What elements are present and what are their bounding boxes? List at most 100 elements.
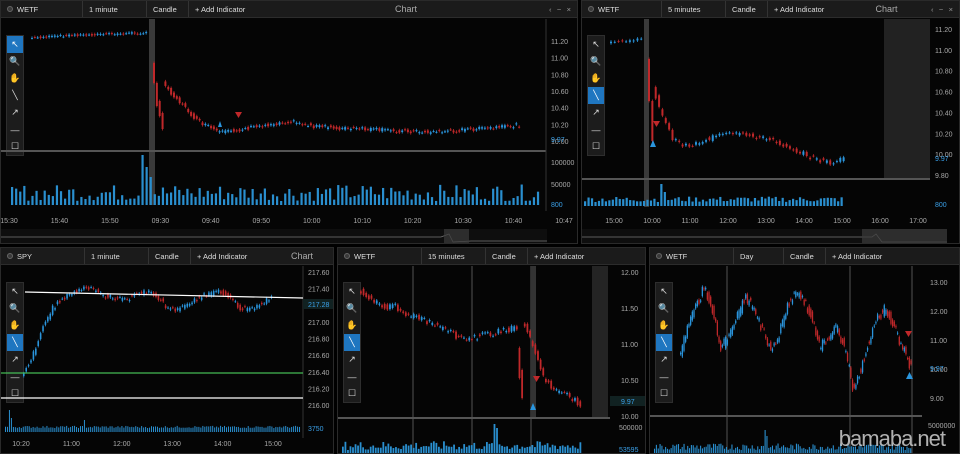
- candle: [232, 298, 234, 300]
- candle: [843, 338, 845, 346]
- volume-bar: [455, 449, 458, 453]
- volume-bar: [749, 448, 751, 453]
- candle: [802, 151, 805, 155]
- volume-bar: [676, 444, 678, 453]
- volume-bar: [470, 445, 473, 453]
- candle: [523, 323, 526, 327]
- candle: [107, 294, 109, 298]
- volume-bar: [382, 442, 385, 453]
- volume-bar: [31, 195, 34, 205]
- candle: [321, 125, 324, 127]
- volume-bar: [23, 185, 26, 205]
- after-hours-shade: [884, 19, 930, 179]
- candle: [139, 33, 142, 35]
- volume-bar: [816, 448, 818, 453]
- candle: [88, 34, 91, 36]
- volume-bar: [559, 446, 562, 453]
- candle: [640, 38, 643, 40]
- candle: [217, 289, 220, 293]
- candle: [121, 298, 124, 301]
- volume-bar: [72, 189, 75, 205]
- candle: [706, 292, 709, 300]
- volume-bar: [569, 447, 572, 453]
- volume-bar: [498, 444, 501, 453]
- candle: [796, 293, 799, 295]
- volume-bar: [220, 425, 222, 432]
- candle: [198, 118, 201, 121]
- volume-bar: [771, 445, 774, 453]
- volume-bar: [284, 193, 287, 205]
- volume-bar: [113, 427, 115, 432]
- candle: [632, 40, 635, 42]
- volume-bar: [105, 426, 107, 432]
- y-axis-tick: 11.00: [551, 56, 568, 63]
- volume-bar: [85, 427, 87, 432]
- chart-canvas[interactable]: 11.2011.0010.8010.6010.4010.2010.009.809…: [582, 1, 960, 244]
- candle: [31, 37, 33, 39]
- x-axis-tick: 12:00: [113, 441, 131, 448]
- candle: [145, 32, 148, 34]
- chart-canvas[interactable]: 13.0012.0011.0010.009.009.975000000: [650, 248, 960, 454]
- volume-bar: [604, 201, 607, 206]
- candle: [153, 63, 155, 83]
- volume-bar: [279, 426, 281, 432]
- navigator-window: [444, 229, 469, 243]
- volume-bar: [584, 201, 587, 206]
- candle: [421, 132, 424, 134]
- volume-bar: [825, 448, 827, 453]
- volume-bar: [121, 195, 124, 205]
- chart-canvas[interactable]: 11.2011.0010.8010.6010.4010.2010.009.971…: [1, 1, 578, 244]
- volume-bar: [251, 188, 254, 205]
- candle: [195, 116, 198, 119]
- candle: [68, 34, 71, 37]
- volume-bar: [528, 200, 531, 205]
- volume-bar: [206, 190, 209, 205]
- volume-bar: [344, 441, 347, 453]
- candle: [381, 128, 384, 132]
- candle: [731, 133, 734, 135]
- volume-bar: [235, 197, 238, 205]
- volume-bar: [377, 194, 381, 205]
- volume-bar: [805, 200, 809, 206]
- volume-bar: [611, 199, 614, 206]
- volume-bar: [48, 427, 50, 432]
- volume-bar: [377, 447, 380, 453]
- candle: [547, 380, 550, 383]
- candle: [793, 292, 795, 294]
- volume-bar: [720, 443, 722, 453]
- candle: [716, 321, 719, 336]
- candle: [803, 299, 805, 305]
- volume-bar: [427, 446, 430, 453]
- candle: [253, 308, 256, 311]
- volume-bar: [162, 427, 164, 432]
- candle: [728, 132, 731, 134]
- candle: [383, 303, 386, 309]
- candle: [821, 340, 824, 351]
- volume-bar: [257, 426, 259, 432]
- volume-bar: [81, 425, 83, 432]
- volume-bar: [241, 427, 243, 432]
- candle: [457, 335, 460, 337]
- chart-canvas[interactable]: 12.00 11.50 11.00 10.50 10.00 9.97 500000 53595: [338, 248, 646, 454]
- candle: [172, 307, 174, 309]
- volume-bar: [5, 426, 6, 432]
- volume-bar: [186, 427, 188, 432]
- candle: [187, 109, 190, 113]
- sell-marker-icon: [653, 121, 660, 127]
- candle: [893, 321, 895, 327]
- chart-canvas[interactable]: 217.60217.40217.20217.00216.80216.60216.…: [1, 248, 334, 454]
- volume-bar: [112, 185, 116, 205]
- candle: [733, 325, 735, 329]
- volume-bar: [143, 427, 145, 432]
- volume-bar: [400, 448, 402, 453]
- candle: [718, 133, 721, 136]
- candle: [25, 368, 28, 372]
- candle: [372, 128, 375, 130]
- candle: [865, 353, 867, 356]
- volume-bar: [83, 420, 85, 432]
- x-axis-tick: 10:47: [555, 218, 573, 225]
- candle: [805, 299, 807, 301]
- volume-bar: [208, 426, 210, 432]
- candle: [778, 337, 780, 342]
- volume-bar: [359, 442, 362, 453]
